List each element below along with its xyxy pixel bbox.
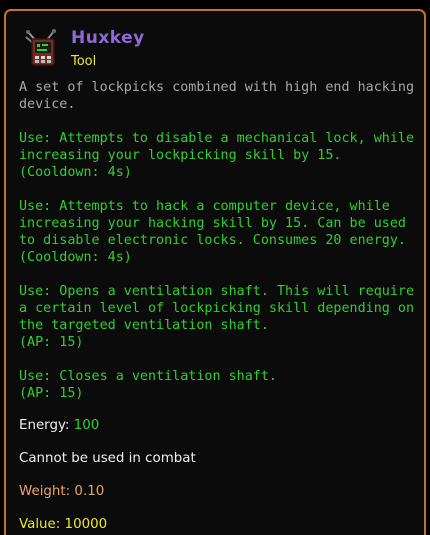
item-tooltip: Huxkey Tool A set of lockpicks combined … bbox=[4, 9, 426, 535]
item-name: Huxkey bbox=[71, 28, 145, 48]
item-type: Tool bbox=[71, 54, 97, 69]
use-text: Use: Opens a ventilation shaft. This wil… bbox=[19, 284, 415, 333]
use-ap-cost: (AP: 15) bbox=[19, 386, 84, 401]
energy-label: Energy: bbox=[19, 418, 74, 433]
use-cooldown: (Cooldown: 4s) bbox=[19, 165, 132, 180]
use-entry: Use: Attempts to disable a mechanical lo… bbox=[19, 130, 415, 181]
use-text: Use: Attempts to hack a computer device,… bbox=[19, 199, 406, 248]
use-text: Use: Attempts to disable a mechanical lo… bbox=[19, 131, 415, 163]
energy-stat: Energy: 100 bbox=[19, 417, 415, 434]
use-entry: Use: Opens a ventilation shaft. This wil… bbox=[19, 283, 415, 351]
item-header: Huxkey Tool bbox=[23, 28, 403, 76]
use-entry: Use: Closes a ventilation shaft. (AP: 15… bbox=[19, 368, 415, 402]
energy-value: 100 bbox=[73, 418, 100, 433]
use-ap-cost: (AP: 15) bbox=[19, 335, 84, 350]
item-description: A set of lockpicks combined with high en… bbox=[19, 80, 415, 112]
weight-value: 0.10 bbox=[74, 484, 105, 499]
item-body: A set of lockpicks combined with high en… bbox=[19, 79, 415, 533]
value-amount: 10000 bbox=[64, 517, 108, 532]
item-uses: Use: Attempts to disable a mechanical lo… bbox=[19, 130, 415, 402]
value-label: Value: bbox=[19, 517, 65, 532]
weight-stat: Weight: 0.10 bbox=[19, 483, 415, 500]
combat-restriction: Cannot be used in combat bbox=[19, 451, 196, 466]
lockpick-device-icon bbox=[23, 28, 61, 66]
use-cooldown: (Cooldown: 4s) bbox=[19, 250, 132, 265]
use-entry: Use: Attempts to hack a computer device,… bbox=[19, 198, 415, 266]
value-stat: Value: 10000 bbox=[19, 516, 415, 533]
weight-label: Weight: bbox=[19, 484, 75, 499]
use-text: Use: Closes a ventilation shaft. bbox=[19, 369, 277, 384]
